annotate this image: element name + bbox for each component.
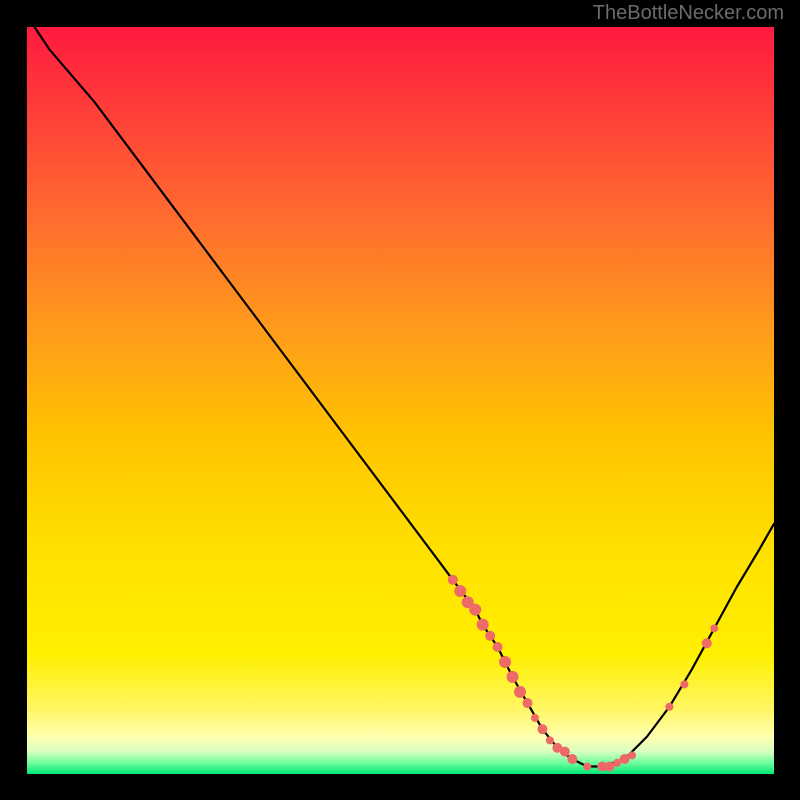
marker-point [628,751,636,759]
marker-point [522,698,532,708]
marker-point [493,642,503,652]
marker-point [448,575,458,585]
chart-svg [27,27,774,774]
marker-point [710,624,718,632]
marker-point [567,754,577,764]
marker-point [531,714,539,722]
marker-point [702,638,712,648]
marker-point [665,703,673,711]
marker-point [583,763,591,771]
plot-area [27,27,774,774]
marker-point [485,631,495,641]
watermark-text: TheBottleNecker.com [593,2,784,25]
marker-point [537,724,547,734]
marker-point [469,604,481,616]
marker-point [499,656,511,668]
marker-point [546,736,554,744]
gradient-background [27,27,774,774]
marker-point [680,680,688,688]
marker-point [560,747,570,757]
marker-point [507,671,519,683]
marker-point [477,619,489,631]
marker-point [514,686,526,698]
marker-point [454,585,466,597]
